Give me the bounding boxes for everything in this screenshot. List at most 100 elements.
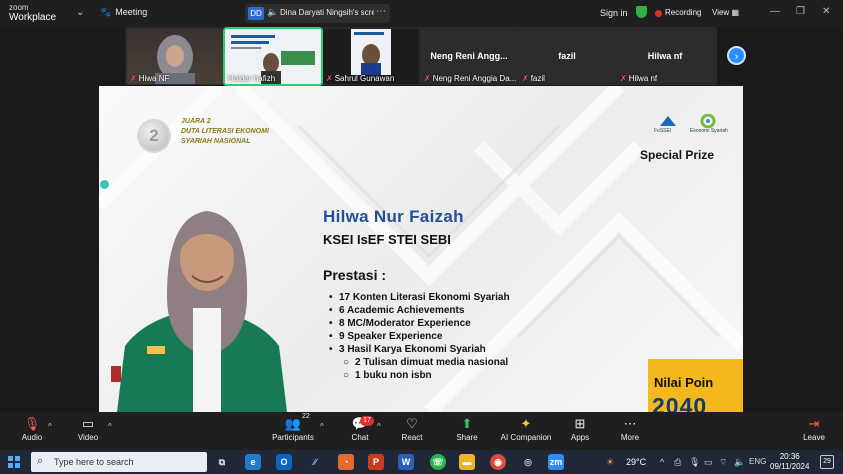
grid-icon: ▦ [731, 8, 739, 17]
winner-organization: KSEI IsEF STEI SEBI [323, 232, 451, 247]
search-icon: ⌕ [37, 455, 44, 467]
list-item: • 17 Konten Literasi Ekonomi Syariah [329, 292, 510, 303]
winner-name: Hilwa Nur Faizah [323, 207, 464, 226]
battery-icon[interactable]: ▭ [704, 457, 713, 468]
muted-mic-icon: ✗ [424, 74, 431, 83]
taskbar-search-input[interactable]: ⌕ Type here to search [31, 452, 207, 472]
weather-icon[interactable]: ☀ [606, 457, 614, 468]
react-button[interactable]: ♡ React [398, 415, 426, 442]
logo-line2: Workplace [9, 12, 57, 23]
file-explorer-icon[interactable]: ▬ [459, 454, 475, 470]
app-icon[interactable]: ◎ [520, 454, 536, 470]
score-label: Nilai Poin [654, 375, 714, 390]
ekonomi-syariah-caption: Ekonomi Syariah [690, 128, 728, 134]
chevron-up-icon[interactable]: ^ [48, 422, 52, 431]
windows-start-icon[interactable] [8, 456, 20, 468]
share-screen-icon: ⬆ [461, 416, 473, 431]
participant-tile[interactable]: Neng Reni Angg... ✗ Neng Reni Anggia Da..… [421, 29, 517, 84]
speaker-icon: 🔈 [267, 7, 279, 17]
whatsapp-icon[interactable]: ☏ [430, 454, 446, 470]
video-button[interactable]: ▭ Video [72, 415, 104, 442]
chevron-down-icon[interactable]: ⌄ [76, 7, 84, 18]
meeting-menu[interactable]: 🐾 Meeting [100, 7, 147, 18]
ai-label: AI Companion [500, 433, 552, 442]
zoom-logo: zoom Workplace [9, 3, 56, 23]
participant-tile[interactable]: ✗ Hiwa NF [127, 29, 223, 84]
apps-button[interactable]: ⊞ Apps [566, 415, 594, 442]
close-icon[interactable]: ✕ [822, 6, 830, 17]
firefox-icon[interactable]: ◔ [338, 454, 354, 470]
chat-label: Chat [351, 433, 369, 442]
powerpoint-icon[interactable]: P [368, 454, 384, 470]
participant-name: Hilwa nf [628, 74, 658, 83]
zoom-taskbar-icon[interactable]: zm [548, 454, 564, 470]
more-button[interactable]: ⋯ More [616, 415, 644, 442]
share-button[interactable]: ⬆ Share [453, 415, 481, 442]
outlook-icon[interactable]: O [276, 454, 292, 470]
chevron-up-icon[interactable]: ^ [108, 422, 112, 431]
award-line1: JUARA 2 [181, 118, 211, 125]
audio-label: Audio [21, 433, 43, 442]
audio-button[interactable]: 🎙 Audio [16, 415, 48, 442]
participant-tile[interactable]: fazil ✗ fazil [519, 29, 615, 84]
participant-name: Neng Reni Anggia Da... [432, 74, 517, 83]
fossei-caption: FoSSEI [654, 128, 672, 134]
ai-companion-button[interactable]: ✦ AI Companion [500, 415, 552, 442]
screen-share-indicator[interactable]: DD 🔈 Dina Daryati Ningsih's screen ⋯ [245, 4, 390, 23]
notifications-icon[interactable]: 29 [820, 455, 834, 469]
edge-icon[interactable]: e [245, 454, 261, 470]
achievements-list: • 17 Konten Literasi Ekonomi Syariah • 6 A… [329, 291, 510, 356]
participants-button[interactable]: 👥 22 Participants [270, 413, 316, 442]
maximize-icon[interactable]: ❐ [796, 6, 805, 17]
react-label: React [401, 433, 423, 442]
list-item: ○ 2 Tulisan dimuat media nasional [343, 357, 509, 368]
view-menu[interactable]: View ▦ [712, 8, 739, 17]
volume-icon[interactable]: 🔈 [734, 457, 745, 468]
camera-icon: ▭ [81, 416, 95, 431]
video-label: Video [77, 433, 99, 442]
next-page-button[interactable]: › [727, 46, 746, 65]
language-indicator[interactable]: ENG [749, 457, 766, 466]
chevron-up-icon[interactable]: ^ [377, 422, 381, 431]
participant-tile[interactable]: Hilwa nf ✗ Hilwa nf [617, 29, 713, 84]
apps-icon: ⊞ [574, 416, 586, 431]
participant-big-name: Neng Reni Angg... [430, 51, 508, 61]
leave-button[interactable]: ⇥ Leave [800, 415, 828, 442]
silver-medal: 2 [137, 119, 171, 153]
paw-icon: 🐾 [100, 7, 112, 17]
chevron-up-icon[interactable]: ^ [320, 422, 324, 431]
participant-name: fazil [530, 74, 545, 83]
record-icon [655, 10, 662, 17]
chrome-icon[interactable]: ◉ [490, 454, 506, 470]
more-options-icon[interactable]: ⋯ [376, 6, 386, 17]
more-icon: ⋯ [623, 416, 637, 431]
participant-tile[interactable]: Haidar hafizh [223, 27, 323, 86]
clock-time: 20:36 [779, 452, 800, 461]
fossei-logo: FoSSEI [654, 114, 678, 136]
task-view-icon[interactable]: ⧉ [214, 454, 230, 470]
share-label: Share [456, 433, 478, 442]
tray-app-icon[interactable]: ⎙ [674, 457, 681, 468]
leave-label: Leave [803, 433, 825, 442]
sign-in-link[interactable]: Sign in [600, 8, 628, 18]
microphone-icon[interactable]: 🎙 [689, 457, 700, 468]
network-icon[interactable]: ⌔ [719, 457, 727, 468]
annotation-icon[interactable] [100, 180, 109, 189]
achievements-title: Prestasi : [323, 267, 387, 283]
participant-name: Hiwa NF [138, 74, 170, 83]
recording-label[interactable]: Recording [665, 8, 701, 17]
list-item: • 9 Speaker Experience [329, 331, 443, 342]
chevron-up-icon[interactable]: ^ [660, 457, 664, 467]
participant-big-name: fazil [558, 51, 576, 61]
clock[interactable]: 20:36 09/11/2024 [770, 452, 809, 472]
participant-tile[interactable]: ✗ Sahrul Gunawan [323, 29, 419, 84]
app-icon[interactable]: ∕∕ [307, 454, 323, 470]
word-icon[interactable]: W [398, 454, 414, 470]
shield-icon[interactable] [636, 6, 647, 18]
score-value: 2040 [652, 393, 708, 412]
apps-label: Apps [570, 433, 590, 442]
meeting-label: Meeting [115, 7, 148, 17]
minimize-icon[interactable]: — [770, 6, 780, 17]
temperature[interactable]: 29°C [626, 457, 646, 467]
award-title: JUARA 2 DUTA LITERASI EKONOMI SYARIAH NA… [181, 117, 269, 147]
